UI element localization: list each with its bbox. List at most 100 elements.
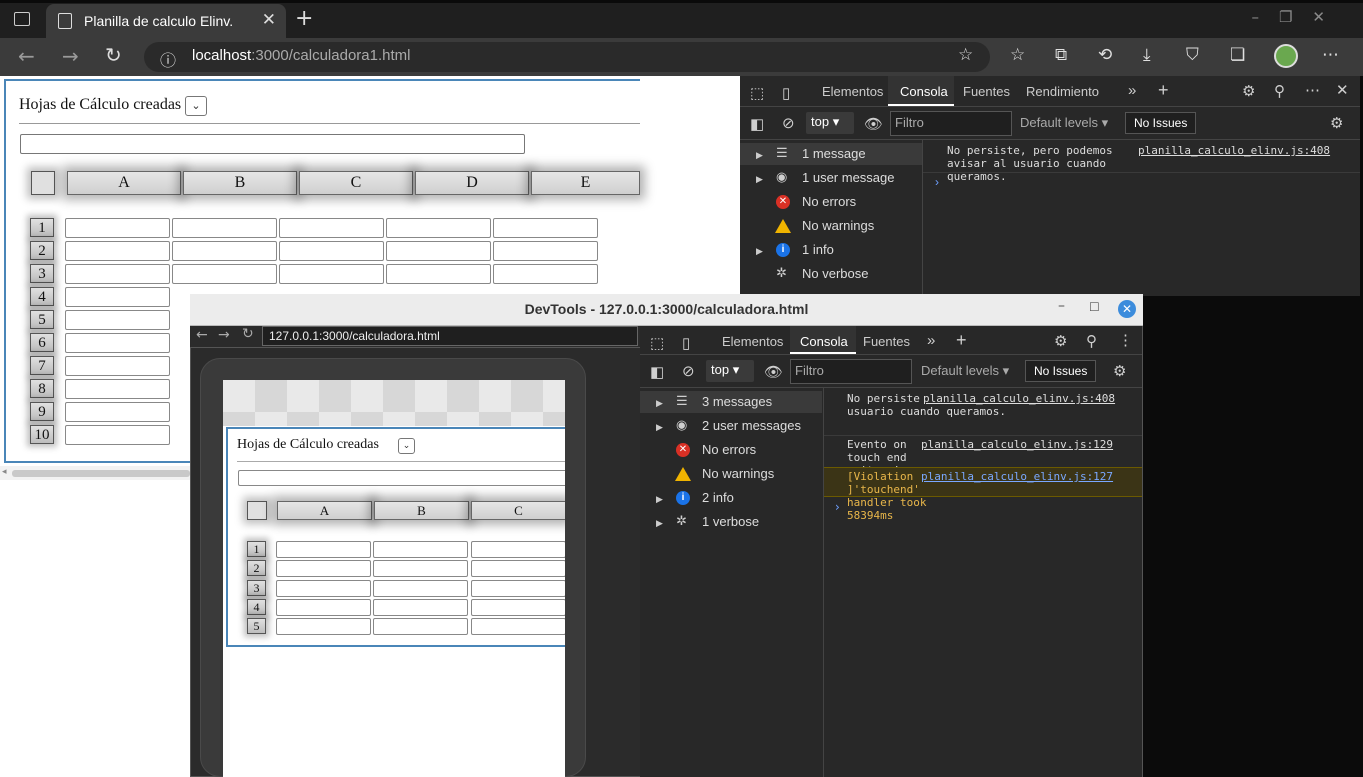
sidebar-verbose[interactable]: 1 verbose — [702, 511, 759, 533]
more-options-icon[interactable]: ⋯ — [1305, 81, 1320, 99]
console-prompt-icon[interactable]: › — [935, 175, 939, 189]
tab-fuentes[interactable]: Fuentes — [963, 84, 1010, 99]
new-tab-icon[interactable]: + — [295, 6, 313, 31]
inspect-icon[interactable]: ⬚ — [650, 334, 664, 352]
more-menu-icon[interactable]: ⋯ — [1322, 45, 1339, 65]
sheet-cell[interactable] — [279, 241, 384, 261]
sidebar-user-messages[interactable]: 1 user message — [802, 167, 895, 189]
issues-button[interactable]: No Issues — [1125, 112, 1197, 134]
clear-console-icon[interactable]: ⊘ — [682, 362, 695, 380]
customize-icon[interactable]: ⚲ — [1086, 332, 1097, 350]
mobile-sheet-cell[interactable] — [373, 560, 468, 578]
extensions-icon[interactable]: ❏ — [1230, 45, 1245, 65]
more-tabs-icon[interactable]: » — [927, 332, 935, 349]
mobile-sheet-cell[interactable] — [471, 618, 565, 636]
mobile-sheet-cell[interactable] — [276, 579, 371, 597]
mobile-sheet-cell[interactable] — [373, 541, 468, 558]
sheet-cell[interactable] — [65, 264, 170, 284]
row-header[interactable]: 8 — [30, 379, 54, 398]
row-header[interactable]: 5 — [30, 310, 54, 329]
row-header[interactable]: 2 — [30, 241, 54, 260]
site-info-icon[interactable]: ⓘ — [160, 47, 176, 71]
log-levels-select[interactable]: Default levels ▾ — [1020, 115, 1108, 131]
customize-icon[interactable]: ⚲ — [1274, 82, 1285, 100]
sheet-cell[interactable] — [65, 425, 170, 445]
mobile-sheet-cell[interactable] — [276, 560, 371, 578]
column-header[interactable]: A — [67, 171, 181, 195]
message-source-link[interactable]: planilla_calculo_elinv.js:127 — [921, 470, 1113, 483]
mobile-sheets-dropdown[interactable]: ⌄ — [398, 438, 415, 454]
sheet-cell[interactable] — [65, 356, 170, 376]
column-header[interactable]: C — [299, 171, 413, 195]
select-all-corner[interactable] — [31, 171, 55, 195]
add-tab-icon[interactable]: + — [1158, 80, 1169, 101]
sidebar-warnings[interactable]: No warnings — [802, 215, 874, 237]
collections-icon[interactable]: ⧉ — [1055, 45, 1067, 65]
sheet-cell[interactable] — [65, 287, 170, 307]
sheet-cell[interactable] — [65, 241, 170, 261]
tab-rendimiento[interactable]: Rendimiento — [1026, 84, 1099, 99]
mobile-sheet-cell[interactable] — [471, 560, 565, 578]
browser-tab[interactable]: Planilla de calculo Elinv. ✕ — [46, 4, 286, 38]
sheet-name-input[interactable] — [20, 134, 525, 154]
row-header[interactable]: 10 — [30, 425, 54, 444]
add-favorite-icon[interactable]: ☆ — [958, 45, 973, 65]
tab-consola[interactable]: Consola — [800, 334, 848, 349]
mobile-sheet-cell[interactable] — [276, 541, 371, 558]
console-filter-input[interactable]: Filtro — [790, 359, 912, 384]
sheet-cell[interactable] — [493, 264, 598, 284]
maximize-icon[interactable]: ☐ — [1089, 300, 1100, 314]
device-toolbar-icon[interactable]: ▯ — [782, 84, 790, 102]
minimize-icon[interactable]: – — [1058, 298, 1065, 314]
sheet-cell[interactable] — [172, 264, 277, 284]
add-tab-icon[interactable]: + — [956, 330, 967, 351]
sheet-cell[interactable] — [172, 218, 277, 238]
live-expression-icon[interactable]: 👁 — [764, 363, 783, 381]
inspect-icon[interactable]: ⬚ — [750, 84, 764, 102]
sidebar-toggle-icon[interactable]: ◧ — [750, 115, 764, 133]
back-icon[interactable]: ← — [18, 44, 35, 68]
window-controls[interactable]: –❐✕ — [1251, 8, 1345, 26]
sheet-cell[interactable] — [386, 218, 491, 238]
mobile-sheet-cell[interactable] — [373, 598, 468, 616]
mobile-row-header[interactable]: 2 — [247, 560, 266, 577]
close-window-icon[interactable]: ✕ — [1118, 300, 1136, 318]
browser-essentials-icon[interactable]: ⛉ — [1186, 45, 1199, 65]
sheet-cell[interactable] — [493, 218, 598, 238]
close-devtools-icon[interactable]: ✕ — [1336, 81, 1349, 99]
sheet-cell[interactable] — [65, 402, 170, 422]
mobile-column-header[interactable]: A — [277, 501, 372, 520]
tab-elementos[interactable]: Elementos — [722, 334, 783, 349]
sheet-cell[interactable] — [386, 264, 491, 284]
mobile-sheet-cell[interactable] — [276, 598, 371, 616]
history-icon[interactable]: ⟲ — [1098, 45, 1112, 65]
settings-icon[interactable]: ⚙ — [1054, 332, 1067, 350]
refresh-icon[interactable]: ↻ — [105, 43, 122, 67]
sidebar-warnings[interactable]: No warnings — [702, 463, 774, 485]
scroll-left-icon[interactable]: ◂ — [2, 467, 7, 477]
tab-fuentes[interactable]: Fuentes — [863, 334, 910, 349]
row-header[interactable]: 1 — [30, 218, 54, 237]
mobile-sheet-cell[interactable] — [471, 579, 565, 597]
mobile-row-header[interactable]: 4 — [247, 598, 266, 615]
sheet-cell[interactable] — [65, 379, 170, 399]
sidebar-verbose[interactable]: No verbose — [802, 263, 868, 285]
console-filter-input[interactable]: Filtro — [890, 111, 1012, 136]
sheets-dropdown[interactable]: ⌄ — [185, 96, 207, 116]
sidebar-info[interactable]: 2 info — [702, 487, 734, 509]
sidebar-info[interactable]: 1 info — [802, 239, 834, 261]
mobile-sheet-cell[interactable] — [471, 598, 565, 616]
settings-icon[interactable]: ⚙ — [1242, 82, 1255, 100]
mobile-sheet-cell[interactable] — [373, 579, 468, 597]
more-tabs-icon[interactable]: » — [1128, 82, 1136, 99]
mobile-column-header[interactable]: B — [374, 501, 469, 520]
sidebar-user-messages[interactable]: 2 user messages — [702, 415, 801, 437]
column-header[interactable]: D — [415, 171, 529, 195]
sidebar-toggle-icon[interactable]: ◧ — [650, 363, 664, 381]
context-select[interactable]: top ▾ — [706, 360, 754, 382]
issues-button[interactable]: No Issues — [1025, 360, 1097, 382]
mobile-row-header[interactable]: 5 — [247, 618, 266, 635]
mobile-select-all-corner[interactable] — [247, 501, 267, 520]
mobile-sheet-name-input[interactable] — [238, 470, 565, 486]
console-settings-icon[interactable]: ⚙ — [1330, 114, 1343, 132]
